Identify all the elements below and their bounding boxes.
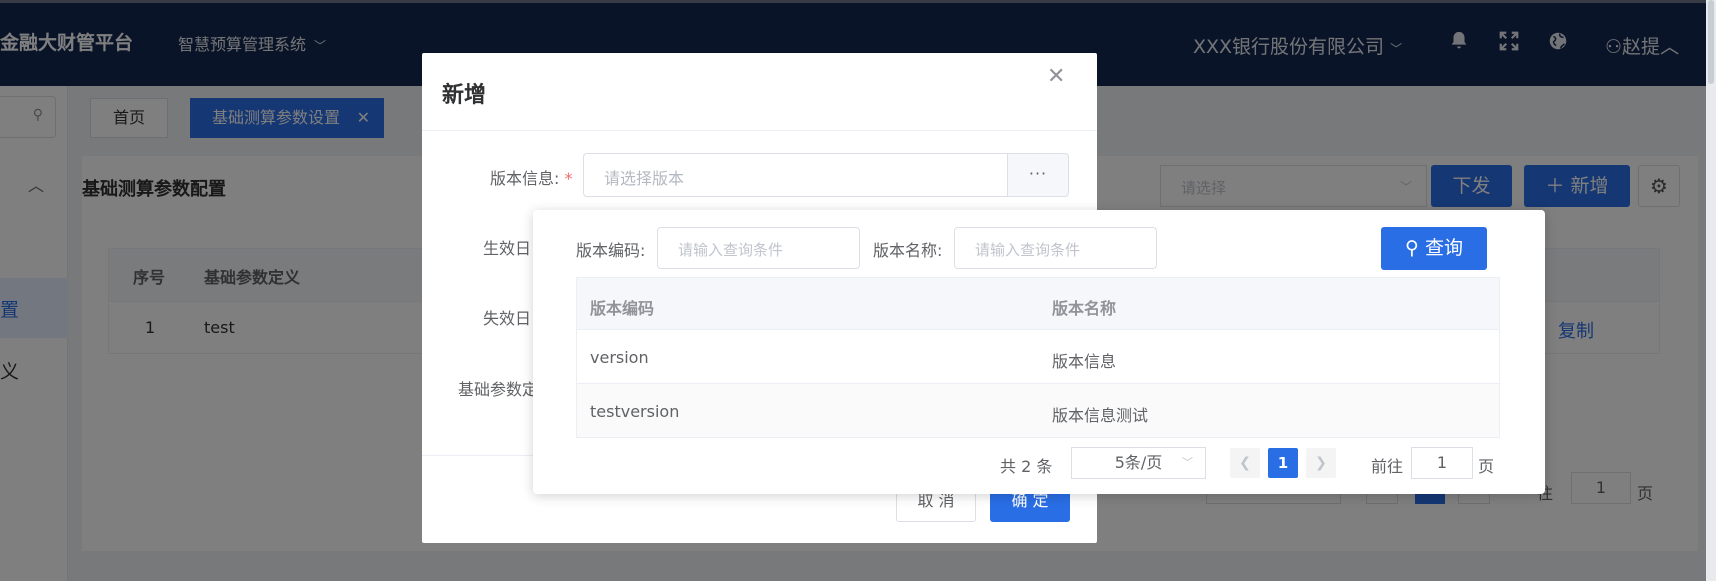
- page-size-select[interactable]: 5条/页 ﹀: [1071, 447, 1206, 479]
- dialog-title: 新增: [442, 83, 487, 108]
- query-button[interactable]: ⚲ 查询: [1381, 227, 1487, 270]
- goto-page-input[interactable]: 1: [1411, 447, 1473, 479]
- popover-table-header: [576, 277, 1500, 330]
- chevron-down-icon: ﹀: [1182, 456, 1193, 469]
- column-header: 版本名称: [1052, 299, 1117, 318]
- table-row[interactable]: [576, 384, 1500, 438]
- close-icon[interactable]: ✕: [1047, 64, 1065, 89]
- divider: [422, 130, 1097, 131]
- version-code-cell[interactable]: version: [590, 348, 649, 367]
- param-def-label: 基础参数定: [458, 380, 539, 399]
- version-name-label: 版本名称:: [873, 241, 943, 260]
- version-label-text: 版本信息:: [490, 169, 560, 188]
- version-code-input[interactable]: 请输入查询条件: [657, 227, 860, 269]
- prev-page-button[interactable]: ❮: [1230, 448, 1260, 478]
- more-button[interactable]: ···: [1007, 153, 1069, 197]
- table-row[interactable]: [576, 330, 1500, 384]
- current-page[interactable]: 1: [1268, 448, 1298, 478]
- effective-date-label: 生效日: [483, 239, 532, 258]
- page-scrollbar[interactable]: [1706, 0, 1716, 581]
- version-name-cell[interactable]: 版本信息: [1052, 348, 1116, 372]
- expire-date-label: 失效日: [483, 309, 532, 328]
- next-page-button[interactable]: ❯: [1306, 448, 1336, 478]
- goto-label: 前往: [1371, 457, 1404, 476]
- page-unit: 页: [1478, 457, 1495, 476]
- search-icon: ⚲: [1405, 237, 1419, 259]
- required-mark: *: [564, 169, 573, 188]
- version-code-cell[interactable]: testversion: [590, 402, 679, 421]
- version-input[interactable]: 请选择版本: [583, 153, 1008, 197]
- version-name-input[interactable]: 请输入查询条件: [954, 227, 1157, 269]
- version-code-label: 版本编码:: [576, 241, 646, 260]
- version-name-cell[interactable]: 版本信息测试: [1052, 402, 1148, 426]
- column-header: 版本编码: [590, 299, 655, 318]
- page-scrollbar-thumb[interactable]: [1708, 0, 1714, 84]
- query-label: 查询: [1424, 237, 1463, 259]
- version-label: 版本信息: *: [490, 165, 573, 189]
- total-count: 共 2 条: [1000, 457, 1053, 476]
- page-size-value: 5条/页: [1114, 453, 1163, 472]
